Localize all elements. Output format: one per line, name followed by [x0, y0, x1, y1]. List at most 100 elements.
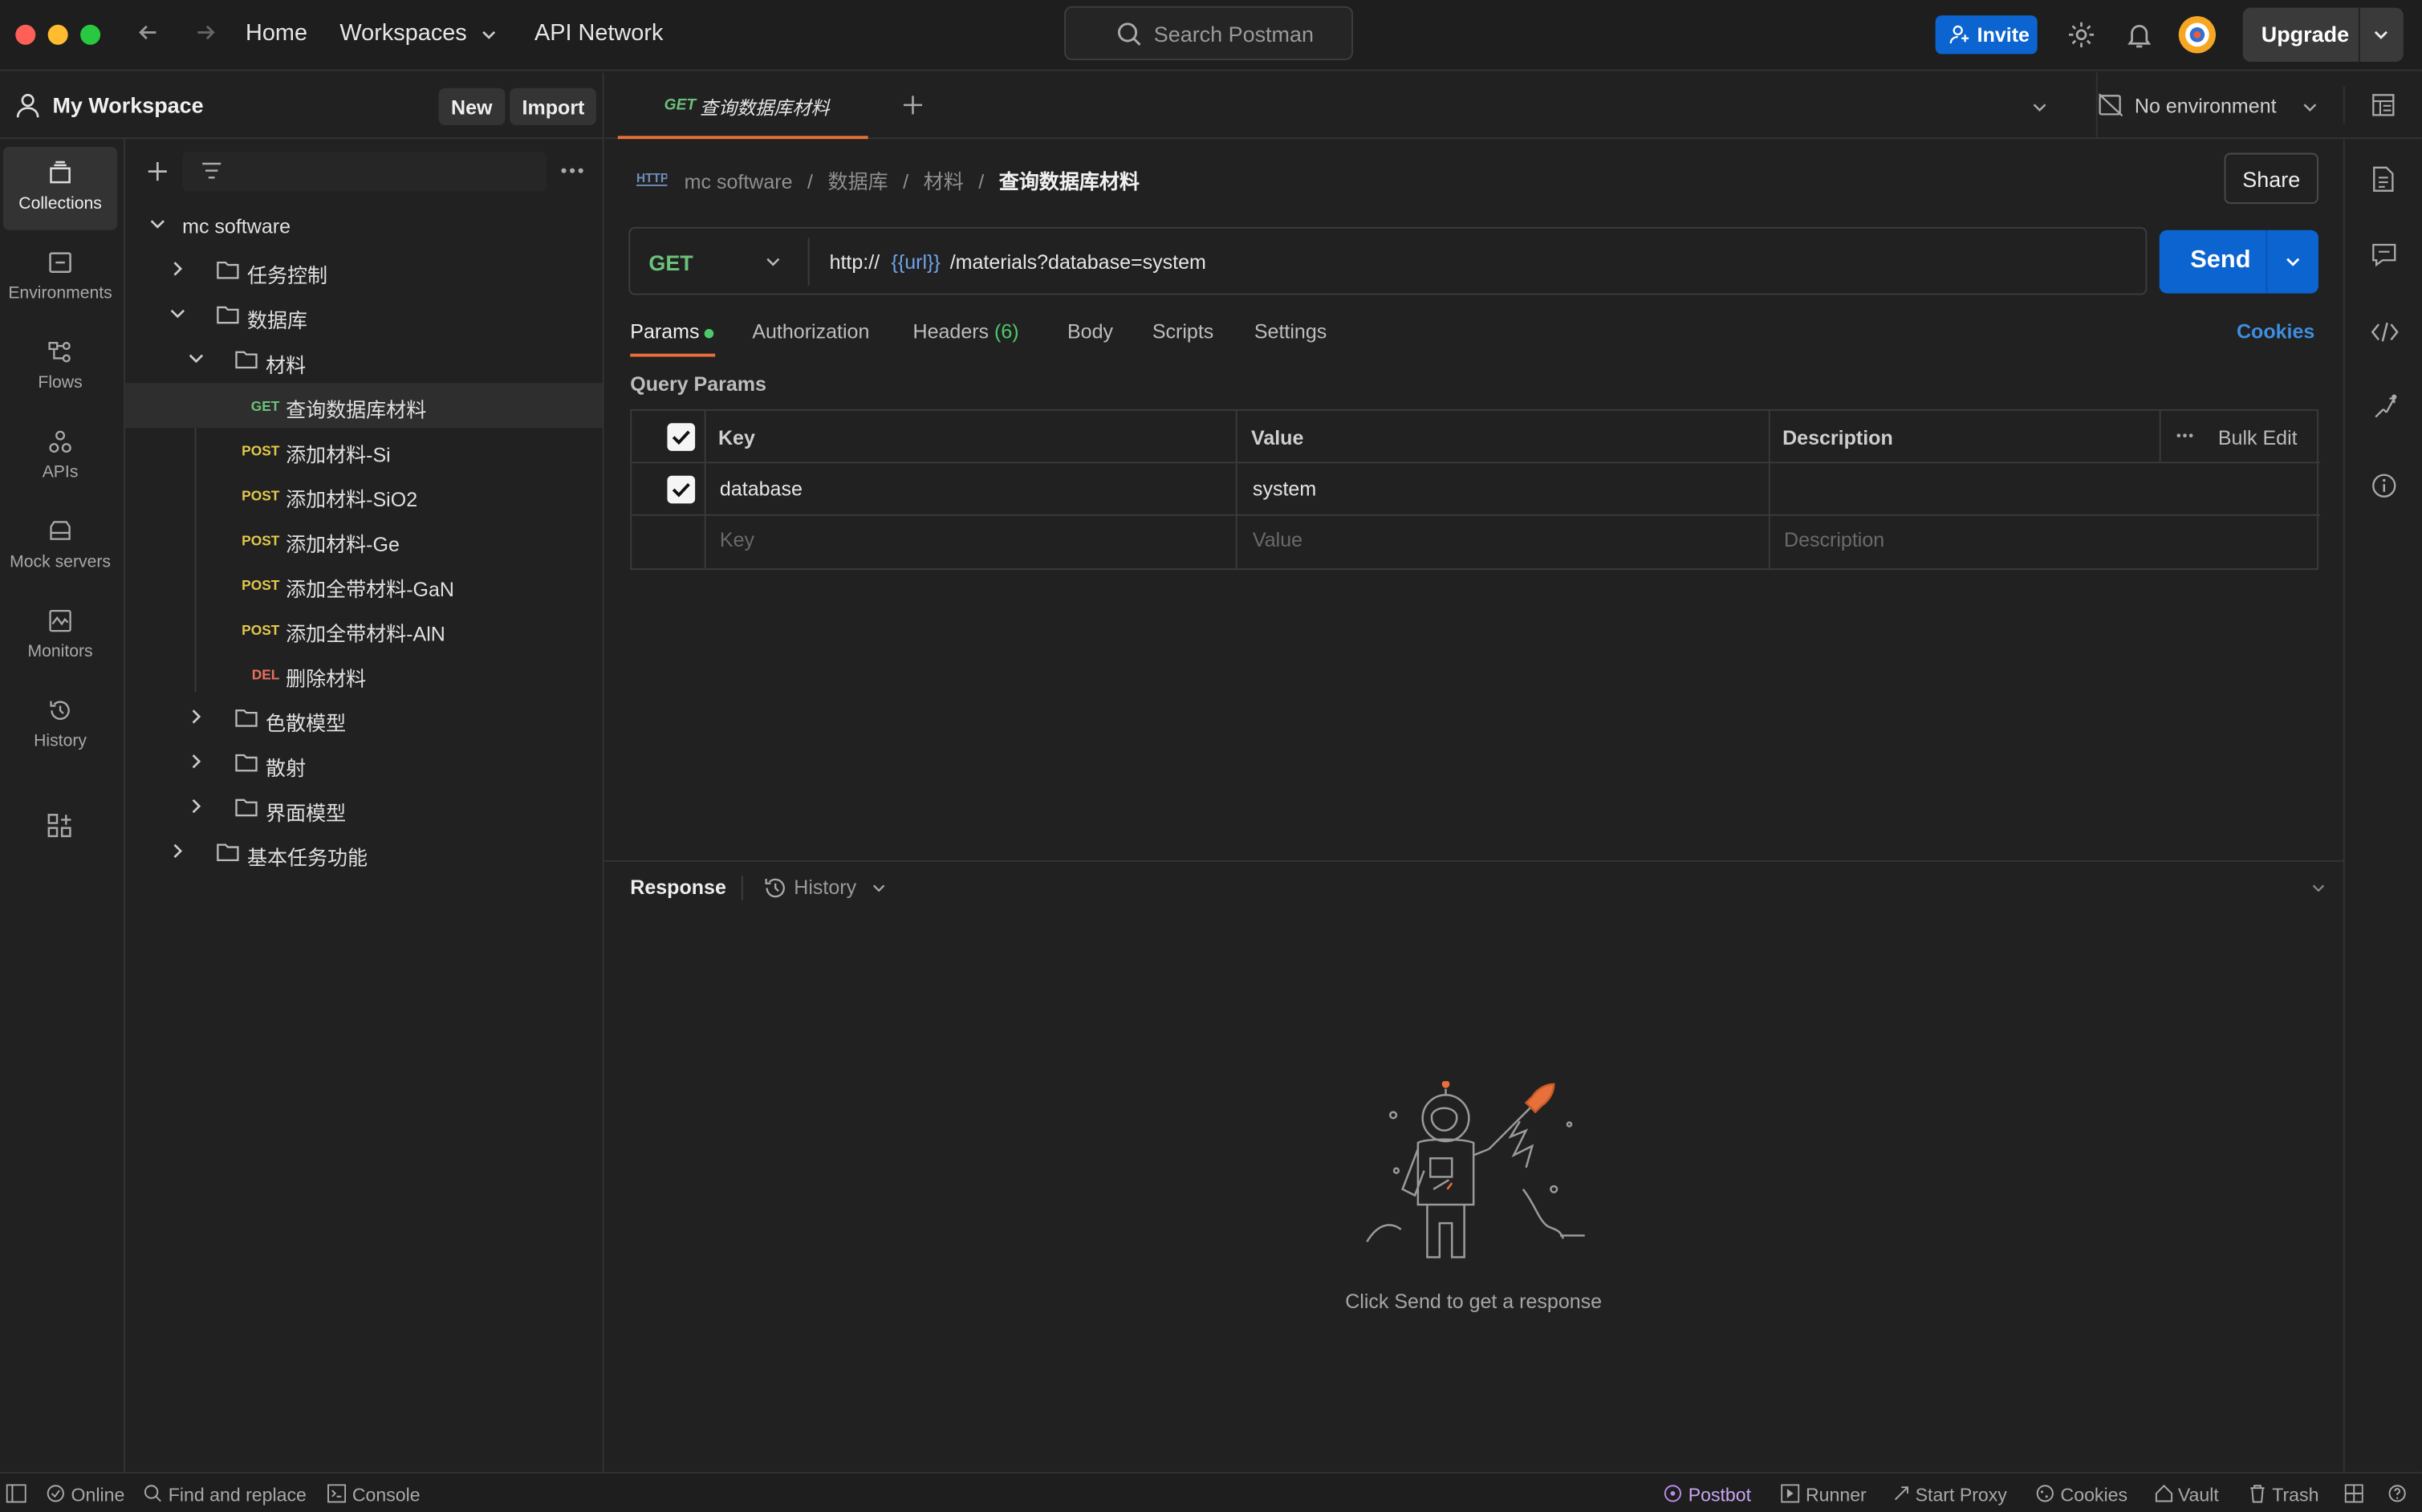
- share-button[interactable]: Share: [2224, 152, 2318, 205]
- invite-button[interactable]: Invite: [1935, 15, 2038, 55]
- response-collapse-chevron-icon[interactable]: [2310, 880, 2326, 896]
- tree-folder[interactable]: 散射: [125, 742, 603, 786]
- forward-arrow-icon[interactable]: [193, 20, 218, 45]
- tree-folder[interactable]: 色散模型: [125, 697, 603, 742]
- history-icon: [763, 876, 788, 900]
- tab-scripts[interactable]: Scripts: [1152, 319, 1213, 343]
- tab-settings[interactable]: Settings: [1254, 319, 1327, 343]
- tabs-chevron-down-icon[interactable]: [2031, 99, 2048, 116]
- help-icon[interactable]: [2388, 1484, 2407, 1502]
- rail-history[interactable]: History: [3, 685, 117, 768]
- tab-body[interactable]: Body: [1067, 319, 1113, 343]
- upgrade-button[interactable]: Upgrade: [2242, 7, 2404, 62]
- response-history-dropdown[interactable]: History: [794, 876, 856, 899]
- tab-params[interactable]: Params: [630, 319, 715, 343]
- tab-headers[interactable]: Headers (6): [912, 319, 1018, 343]
- code-icon[interactable]: [2371, 319, 2399, 348]
- documentation-icon[interactable]: [2371, 165, 2399, 193]
- info-icon[interactable]: [2371, 473, 2399, 501]
- online-status[interactable]: Online: [71, 1484, 125, 1506]
- home-link[interactable]: Home: [246, 20, 307, 47]
- trash[interactable]: Trash: [2272, 1484, 2318, 1506]
- postbot[interactable]: Postbot: [1688, 1484, 1751, 1506]
- url-path[interactable]: /materials?database=system: [950, 250, 1206, 274]
- bulk-edit-button[interactable]: Bulk Edit: [2218, 426, 2298, 449]
- new-button[interactable]: New: [438, 87, 505, 125]
- rail-flows[interactable]: Flows: [3, 326, 117, 409]
- rail-apis[interactable]: APIs: [3, 416, 117, 499]
- toggle-sidebar-icon[interactable]: [6, 1484, 26, 1503]
- add-icon[interactable]: [147, 161, 169, 182]
- tree-request[interactable]: POST 添加全带材料-AlN: [125, 607, 603, 652]
- maximize-window-button[interactable]: [80, 24, 101, 45]
- tree-folder[interactable]: 基本任务功能: [125, 831, 603, 876]
- import-button[interactable]: Import: [510, 87, 597, 125]
- method-chevron-down-icon[interactable]: [765, 254, 782, 270]
- new-param-key-input[interactable]: Key: [720, 528, 754, 551]
- more-options-icon[interactable]: [561, 167, 584, 175]
- workspaces-menu[interactable]: Workspaces: [339, 20, 466, 47]
- new-tab-plus-icon[interactable]: [902, 94, 924, 116]
- tree-folder[interactable]: 任务控制: [125, 249, 603, 294]
- rail-monitors[interactable]: Monitors: [3, 595, 117, 678]
- breadcrumb-collection[interactable]: mc software: [685, 170, 793, 193]
- new-param-description-input[interactable]: Description: [1784, 528, 1884, 551]
- filter-input[interactable]: [182, 151, 547, 192]
- comments-icon[interactable]: [2371, 242, 2399, 270]
- configure-sidebar-icon[interactable]: [47, 812, 73, 839]
- tree-request[interactable]: POST 添加材料-SiO2: [125, 473, 603, 518]
- send-chevron-down-icon[interactable]: [2285, 254, 2302, 270]
- environment-selector[interactable]: No environment: [2095, 72, 2343, 140]
- find-and-replace[interactable]: Find and replace: [169, 1484, 307, 1506]
- rail-collections[interactable]: Collections: [2, 146, 118, 230]
- tree-request[interactable]: DEL 删除材料: [125, 652, 603, 697]
- url-variable[interactable]: {{url}}: [892, 250, 941, 274]
- layout-grid-icon[interactable]: [2344, 1484, 2363, 1503]
- related-collections-icon[interactable]: [2371, 394, 2399, 422]
- tree-folder[interactable]: 界面模型: [125, 786, 603, 831]
- history-chevron-down-icon[interactable]: [872, 880, 887, 896]
- start-proxy[interactable]: Start Proxy: [1916, 1484, 2007, 1506]
- tree-request[interactable]: GET 查询数据库材料: [124, 383, 603, 429]
- tree-collection[interactable]: mc software: [125, 204, 603, 249]
- tree-request[interactable]: POST 添加材料-Si: [125, 428, 603, 473]
- send-button[interactable]: Send: [2159, 230, 2318, 294]
- api-network-link[interactable]: API Network: [534, 20, 663, 47]
- cookies-link[interactable]: Cookies: [2237, 319, 2314, 343]
- param-key-field[interactable]: database: [720, 478, 803, 501]
- new-param-value-input[interactable]: Value: [1253, 528, 1302, 551]
- url-prefix[interactable]: http://: [830, 250, 880, 274]
- breadcrumb-subfolder[interactable]: 材料: [924, 170, 964, 193]
- request-tabs-bar: GET 查询数据库材料 No environment: [603, 72, 2422, 140]
- method-select[interactable]: GET: [648, 250, 693, 275]
- tree-request[interactable]: POST 添加全带材料-GaN: [125, 562, 603, 607]
- rail-mock-servers[interactable]: Mock servers: [3, 505, 117, 588]
- close-window-button[interactable]: [15, 24, 36, 45]
- param-row-checkbox[interactable]: [667, 475, 696, 504]
- select-all-checkbox[interactable]: [667, 423, 696, 451]
- console[interactable]: Console: [352, 1484, 421, 1506]
- breadcrumb-folder[interactable]: 数据库: [828, 170, 888, 193]
- runner[interactable]: Runner: [1806, 1484, 1867, 1506]
- rail-environments[interactable]: Environments: [3, 236, 117, 319]
- table-options-icon[interactable]: [2176, 433, 2193, 439]
- vault[interactable]: Vault: [2178, 1484, 2219, 1506]
- tree-folder[interactable]: 材料: [125, 338, 603, 383]
- minimize-window-button[interactable]: [47, 24, 68, 45]
- tree-request[interactable]: POST 添加材料-Ge: [125, 518, 603, 563]
- request-name: 添加材料-SiO2: [286, 488, 418, 511]
- search-input[interactable]: Search Postman: [1064, 6, 1354, 61]
- back-arrow-icon[interactable]: [136, 20, 161, 45]
- settings-gear-icon[interactable]: [2066, 20, 2096, 50]
- cookies-status[interactable]: Cookies: [2061, 1484, 2127, 1506]
- notification-bell-icon[interactable]: [2125, 20, 2153, 50]
- tab-request[interactable]: GET 查询数据库材料: [617, 72, 868, 140]
- breadcrumb-current[interactable]: 查询数据库材料: [999, 170, 1140, 193]
- tab-authorization[interactable]: Authorization: [752, 319, 869, 343]
- upgrade-chevron-down-icon[interactable]: [2372, 26, 2389, 43]
- param-value-field[interactable]: system: [1253, 478, 1316, 501]
- environment-label: No environment: [2134, 94, 2277, 118]
- environment-quick-look-icon[interactable]: [2371, 92, 2396, 117]
- user-avatar[interactable]: [2178, 15, 2217, 54]
- tree-folder[interactable]: 数据库: [125, 294, 603, 339]
